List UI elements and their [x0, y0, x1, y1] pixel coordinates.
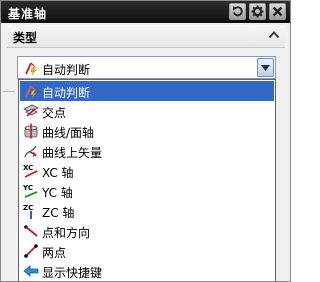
list-item-label: ZC 轴	[42, 206, 75, 220]
list-item-label: XC 轴	[42, 166, 74, 180]
auto-infer-icon	[25, 62, 37, 76]
gear-icon	[251, 5, 264, 18]
list-item-two-points[interactable]: 两点	[20, 241, 274, 261]
close-icon	[272, 6, 283, 17]
zc-axis-icon: ZC	[23, 204, 33, 219]
settings-button[interactable]	[249, 3, 266, 20]
svg-text:XC: XC	[23, 164, 33, 172]
collapse-icon[interactable]	[268, 29, 280, 41]
svg-text:ZC: ZC	[23, 204, 33, 212]
close-button[interactable]	[269, 3, 286, 20]
list-item-curve-face-axis[interactable]: 曲线/面轴	[20, 121, 274, 141]
list-item-label: 显示快捷键	[42, 266, 103, 280]
datum-axis-dialog: 基准轴 类型 自动判断 自动判断 交点 曲线/面轴 曲线上矢量 XC XC 轴 …	[0, 0, 291, 282]
title-bar[interactable]: 基准轴	[1, 1, 290, 23]
list-item-label: 点和方向	[42, 226, 91, 240]
chevron-down-icon	[261, 65, 270, 71]
section-title: 类型	[13, 31, 38, 45]
list-item-curve-vector[interactable]: 曲线上矢量	[20, 141, 274, 161]
list-item-auto-infer[interactable]: 自动判断	[20, 81, 274, 101]
reset-icon	[233, 6, 243, 17]
list-item-intersection[interactable]: 交点	[20, 101, 274, 121]
auto-infer-icon	[25, 85, 37, 99]
list-item-label: 自动判断	[42, 86, 91, 100]
list-item-label: 两点	[42, 246, 67, 260]
list-item-xc-axis[interactable]: XC XC 轴	[20, 161, 274, 181]
list-item-label: 曲线/面轴	[42, 126, 95, 140]
reset-button[interactable]	[229, 3, 246, 20]
yc-axis-icon: YC	[23, 184, 38, 198]
svg-text:YC: YC	[23, 184, 33, 192]
point-direction-icon	[24, 225, 38, 237]
combo-value: 自动判断	[42, 63, 91, 77]
intersection-icon	[23, 104, 39, 117]
side-divider	[3, 91, 15, 92]
type-combobox[interactable]: 自动判断	[17, 56, 276, 79]
list-item-label: 交点	[42, 106, 67, 120]
type-dropdown-list[interactable]: 自动判断 交点 曲线/面轴 曲线上矢量 XC XC 轴 YC YC 轴 ZC Z…	[18, 79, 276, 281]
list-item-show-shortcuts[interactable]: 显示快捷键	[20, 261, 274, 281]
curve-vector-icon	[24, 145, 37, 158]
show-shortcuts-icon	[23, 265, 39, 277]
curve-face-axis-icon	[24, 123, 38, 139]
list-item-yc-axis[interactable]: YC YC 轴	[20, 181, 274, 201]
dialog-title: 基准轴	[8, 7, 48, 21]
combo-dropdown-button[interactable]	[257, 58, 274, 77]
list-item-zc-axis[interactable]: ZC ZC 轴	[20, 201, 274, 221]
type-section-header[interactable]: 类型	[7, 25, 285, 48]
two-points-icon	[24, 244, 38, 258]
xc-axis-icon: XC	[23, 164, 38, 178]
list-item-label: 曲线上矢量	[42, 146, 103, 160]
panel-side-edge	[1, 91, 17, 281]
list-item-point-direction[interactable]: 点和方向	[20, 221, 274, 241]
list-item-label: YC 轴	[42, 186, 73, 200]
